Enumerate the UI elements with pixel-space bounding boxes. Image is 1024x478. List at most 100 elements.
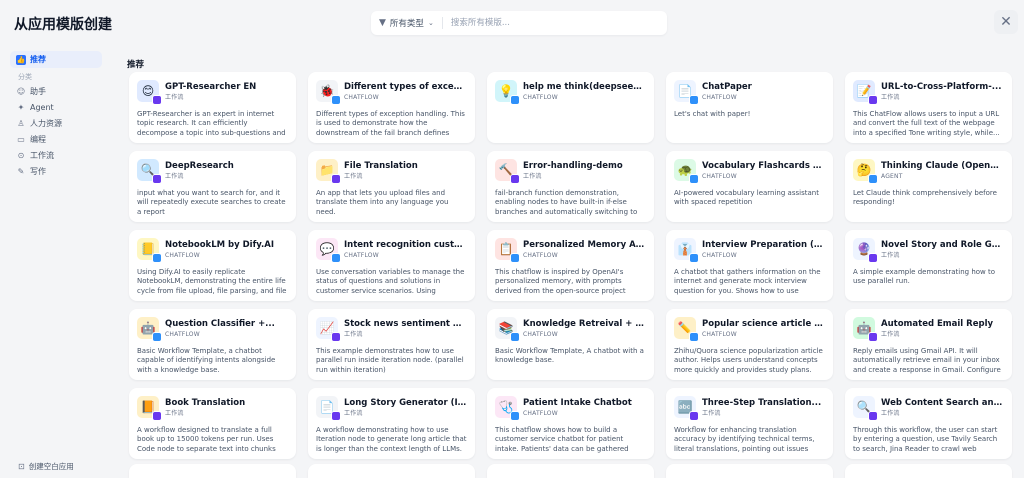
- close-icon: ✕: [1000, 14, 1012, 30]
- template-card[interactable]: 🔤 Three-Step Translation... 工作流 Workflow fo…: [666, 388, 833, 459]
- create-blank-app-button[interactable]: ⊡ 创建空白应用: [18, 461, 74, 472]
- card-title: URL-to-Cross-Platform-...: [881, 82, 1002, 92]
- template-card[interactable]: 💡 help me think(deepseek r1) CHATFLOW: [487, 72, 654, 143]
- template-card[interactable]: 📝 URL-to-Cross-Platform-... 工作流 This ChatFl…: [845, 72, 1012, 143]
- app-type-badge-icon: [152, 174, 162, 184]
- template-card[interactable]: 🐞Different types of exception... CHATFLOW…: [308, 72, 475, 143]
- app-icon: 📈: [316, 317, 341, 342]
- template-card-partial[interactable]: [487, 464, 654, 478]
- template-card[interactable]: 📄Long Story Generator (Iteration) 工作流 A wo…: [308, 388, 475, 459]
- card-title-wrap: Knowledge Retreival + Chatbot CHATFLOW: [523, 317, 646, 339]
- template-card[interactable]: 🤖 Automated Email Reply 工作流 Reply emails us…: [845, 309, 1012, 380]
- card-title-wrap: Different types of exception... CHATFLOW: [344, 80, 467, 102]
- template-card[interactable]: 🔮Novel Story and Role Generat... 工作流 A sim…: [845, 230, 1012, 301]
- card-header: 📁 File Translation 工作流: [316, 159, 467, 185]
- template-card[interactable]: 😊 GPT-Researcher EN 工作流 GPT-Researcher is a…: [129, 72, 296, 143]
- type-filter-label: 所有类型: [389, 19, 424, 29]
- card-title-wrap: Error-handling-demo 工作流: [523, 159, 646, 181]
- card-description: A workflow demonstrating how to use Iter…: [316, 426, 467, 453]
- template-card[interactable]: 🔨 Error-handling-demo 工作流 fail-branch funct…: [487, 151, 654, 222]
- card-type: 工作流: [881, 252, 900, 259]
- template-card[interactable]: 📙 Book Translation 工作流 A workflow designed …: [129, 388, 296, 459]
- card-header: 💬Intent recognition customer... CHATFLOW: [316, 238, 467, 264]
- card-type: 工作流: [344, 331, 363, 338]
- card-header: 🐢Vocabulary Flashcards (chatflo... CHATFL…: [674, 159, 825, 185]
- search-input[interactable]: [442, 11, 667, 35]
- close-button[interactable]: ✕: [994, 10, 1018, 34]
- card-header: 📙 Book Translation 工作流: [137, 396, 288, 422]
- template-card-partial[interactable]: [666, 464, 833, 478]
- card-description: AI-powered vocabulary learning assistant…: [674, 189, 819, 207]
- card-header: 🤖 Question Classifier +... CHATFLOW: [137, 317, 288, 343]
- agent-icon: ✦: [17, 103, 25, 112]
- app-icon: 📄: [316, 396, 341, 421]
- app-icon: 📝: [853, 80, 878, 105]
- template-card-partial[interactable]: [308, 464, 475, 478]
- sidebar-item-writing[interactable]: ✎ 写作: [10, 164, 102, 179]
- app-icon: 🔍: [853, 396, 878, 421]
- code-icon: ▭: [17, 135, 25, 144]
- card-type: AGENT: [881, 173, 903, 180]
- template-card[interactable]: 📁 File Translation 工作流 An app that lets you…: [308, 151, 475, 222]
- template-card[interactable]: 💬Intent recognition customer... CHATFLOW U…: [308, 230, 475, 301]
- card-description: An app that lets you upload files and tr…: [316, 189, 449, 216]
- card-title-wrap: GPT-Researcher EN 工作流: [165, 80, 288, 102]
- card-description: This example demonstrates how to use par…: [316, 347, 464, 374]
- template-card[interactable]: 🐢Vocabulary Flashcards (chatflo... CHATFL…: [666, 151, 833, 222]
- card-title: Knowledge Retreival + Chatbot: [523, 319, 646, 329]
- template-card[interactable]: 📋Personalized Memory Assistant CHATFLOW Th…: [487, 230, 654, 301]
- app-type-badge-icon: [868, 95, 878, 105]
- card-title: Vocabulary Flashcards (chatflo...: [702, 161, 825, 171]
- template-card-partial[interactable]: [129, 464, 296, 478]
- card-header: 🔨 Error-handling-demo 工作流: [495, 159, 646, 185]
- card-description: A simple example demonstrating how to us…: [853, 268, 996, 286]
- app-icon: 👔: [674, 238, 699, 263]
- app-icon: 📁: [316, 159, 341, 184]
- template-card[interactable]: 👔Interview Preparation (IF/ELSE... CHATFL…: [666, 230, 833, 301]
- assistant-icon: ☺: [16, 87, 26, 96]
- template-card[interactable]: 🔍 DeepResearch 工作流 input what you want to s…: [129, 151, 296, 222]
- template-card[interactable]: 📒 NotebookLM by Dify.AI CHATFLOW Using Dify…: [129, 230, 296, 301]
- app-type-badge-icon: [510, 411, 520, 421]
- card-type: CHATFLOW: [523, 331, 558, 338]
- card-type: CHATFLOW: [165, 252, 200, 259]
- template-card[interactable]: ✏️Popular science article author... CHATF…: [666, 309, 833, 380]
- sidebar-item-workflow[interactable]: ⊙ 工作流: [10, 148, 102, 163]
- template-card-partial[interactable]: [845, 464, 1012, 478]
- card-title-wrap: Popular science article author... CHATFLO…: [702, 317, 825, 339]
- card-header: 🤖 Automated Email Reply 工作流: [853, 317, 1004, 343]
- card-title: Long Story Generator (Iteration): [344, 398, 467, 408]
- sidebar-item-assistant[interactable]: ☺ 助手: [10, 84, 102, 99]
- template-card[interactable]: 📚Knowledge Retreival + Chatbot CHATFLOW Ba…: [487, 309, 654, 380]
- app-icon: 😊: [137, 80, 162, 105]
- card-description: Use conversation variables to manage the…: [316, 268, 465, 296]
- template-card[interactable]: 🤔Thinking Claude (OpenAI O1... AGENT Let C…: [845, 151, 1012, 222]
- sidebar-item-hr[interactable]: ♙ 人力资源: [10, 116, 102, 131]
- card-header: 📄 ChatPaper CHATFLOW: [674, 80, 825, 106]
- app-icon: 📙: [137, 396, 162, 421]
- card-description: A workflow designed to translate a full …: [137, 426, 276, 454]
- sidebar-item-label: 编程: [30, 135, 46, 144]
- app-type-badge-icon: [331, 174, 341, 184]
- card-header: 📋Personalized Memory Assistant CHATFLOW: [495, 238, 646, 264]
- sidebar: 👍 推荐 分类 ☺ 助手 ✦ Agent ♙ 人力资源 ▭ 编程 ⊙ 工作流 ✎…: [0, 50, 112, 478]
- template-card[interactable]: 🩺 Patient Intake Chatbot CHATFLOW This chat…: [487, 388, 654, 459]
- app-type-badge-icon: [152, 253, 162, 263]
- card-header: 🩺 Patient Intake Chatbot CHATFLOW: [495, 396, 646, 422]
- card-description: [495, 110, 646, 138]
- template-card[interactable]: 📄 ChatPaper CHATFLOW Let's chat with paper!: [666, 72, 833, 143]
- card-title: DeepResearch: [165, 161, 234, 171]
- sidebar-item-programming[interactable]: ▭ 编程: [10, 132, 102, 147]
- card-type: CHATFLOW: [702, 331, 737, 338]
- card-title: Different types of exception...: [344, 82, 467, 92]
- card-description: fail-branch function demonstration, enab…: [495, 189, 638, 217]
- app-icon: 🤔: [853, 159, 878, 184]
- sidebar-item-recommended[interactable]: 👍 推荐: [10, 51, 102, 68]
- chevron-down-icon: ⌄: [427, 19, 434, 27]
- template-card[interactable]: 📈Stock news sentiment analysis... 工作流 This…: [308, 309, 475, 380]
- type-filter-select[interactable]: ▼ 所有类型 ⌄: [371, 11, 442, 35]
- template-card[interactable]: 🤖 Question Classifier +... CHATFLOW Basic W…: [129, 309, 296, 380]
- template-card[interactable]: 🔍 Web Content Search and... 工作流 Through thi…: [845, 388, 1012, 459]
- card-header: 📄Long Story Generator (Iteration) 工作流: [316, 396, 467, 422]
- sidebar-item-agent[interactable]: ✦ Agent: [10, 100, 102, 115]
